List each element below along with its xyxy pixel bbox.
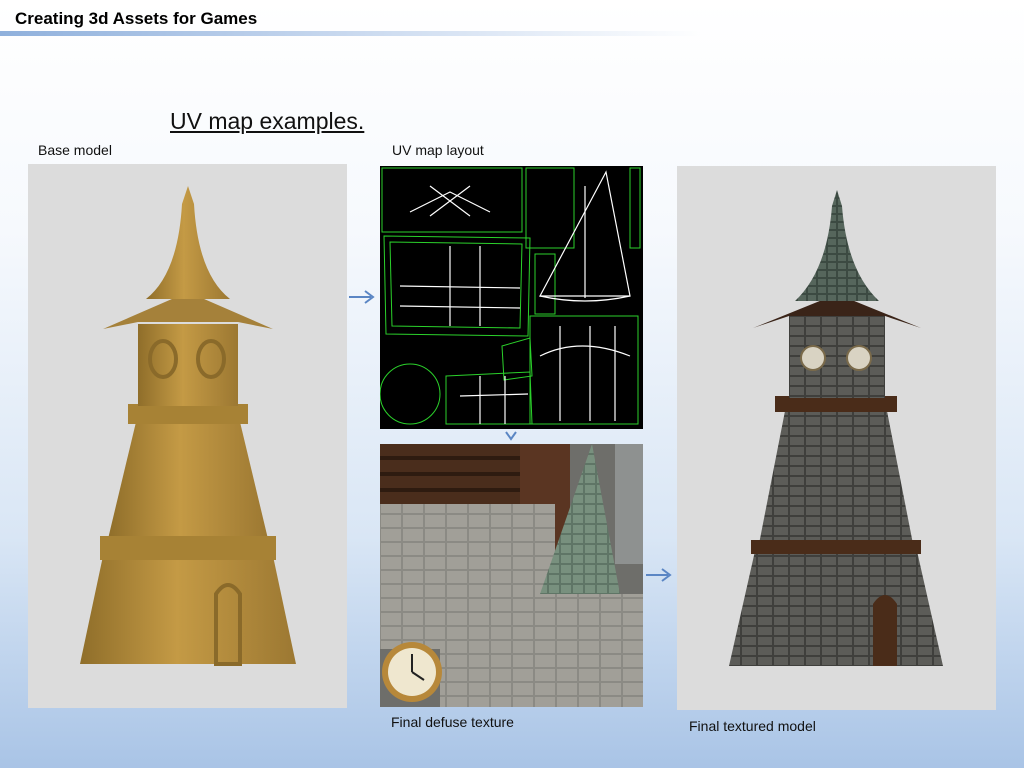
header-title: Creating 3d Assets for Games	[15, 9, 258, 28]
header-rule	[0, 31, 700, 36]
arrow-right-icon	[349, 290, 375, 304]
base-model-image	[28, 164, 347, 708]
caption-base-model: Base model	[38, 142, 112, 158]
arrow-down-icon	[505, 431, 517, 441]
uv-map-image	[380, 166, 643, 429]
diffuse-texture-image	[380, 444, 643, 707]
caption-diffuse-texture: Final defuse texture	[391, 714, 514, 730]
arrow-right-icon	[646, 568, 672, 582]
caption-uv-layout: UV map layout	[392, 142, 484, 158]
caption-textured-model: Final textured model	[689, 718, 816, 734]
textured-model-image	[677, 166, 996, 710]
slide-title: UV map examples.	[170, 108, 365, 134]
